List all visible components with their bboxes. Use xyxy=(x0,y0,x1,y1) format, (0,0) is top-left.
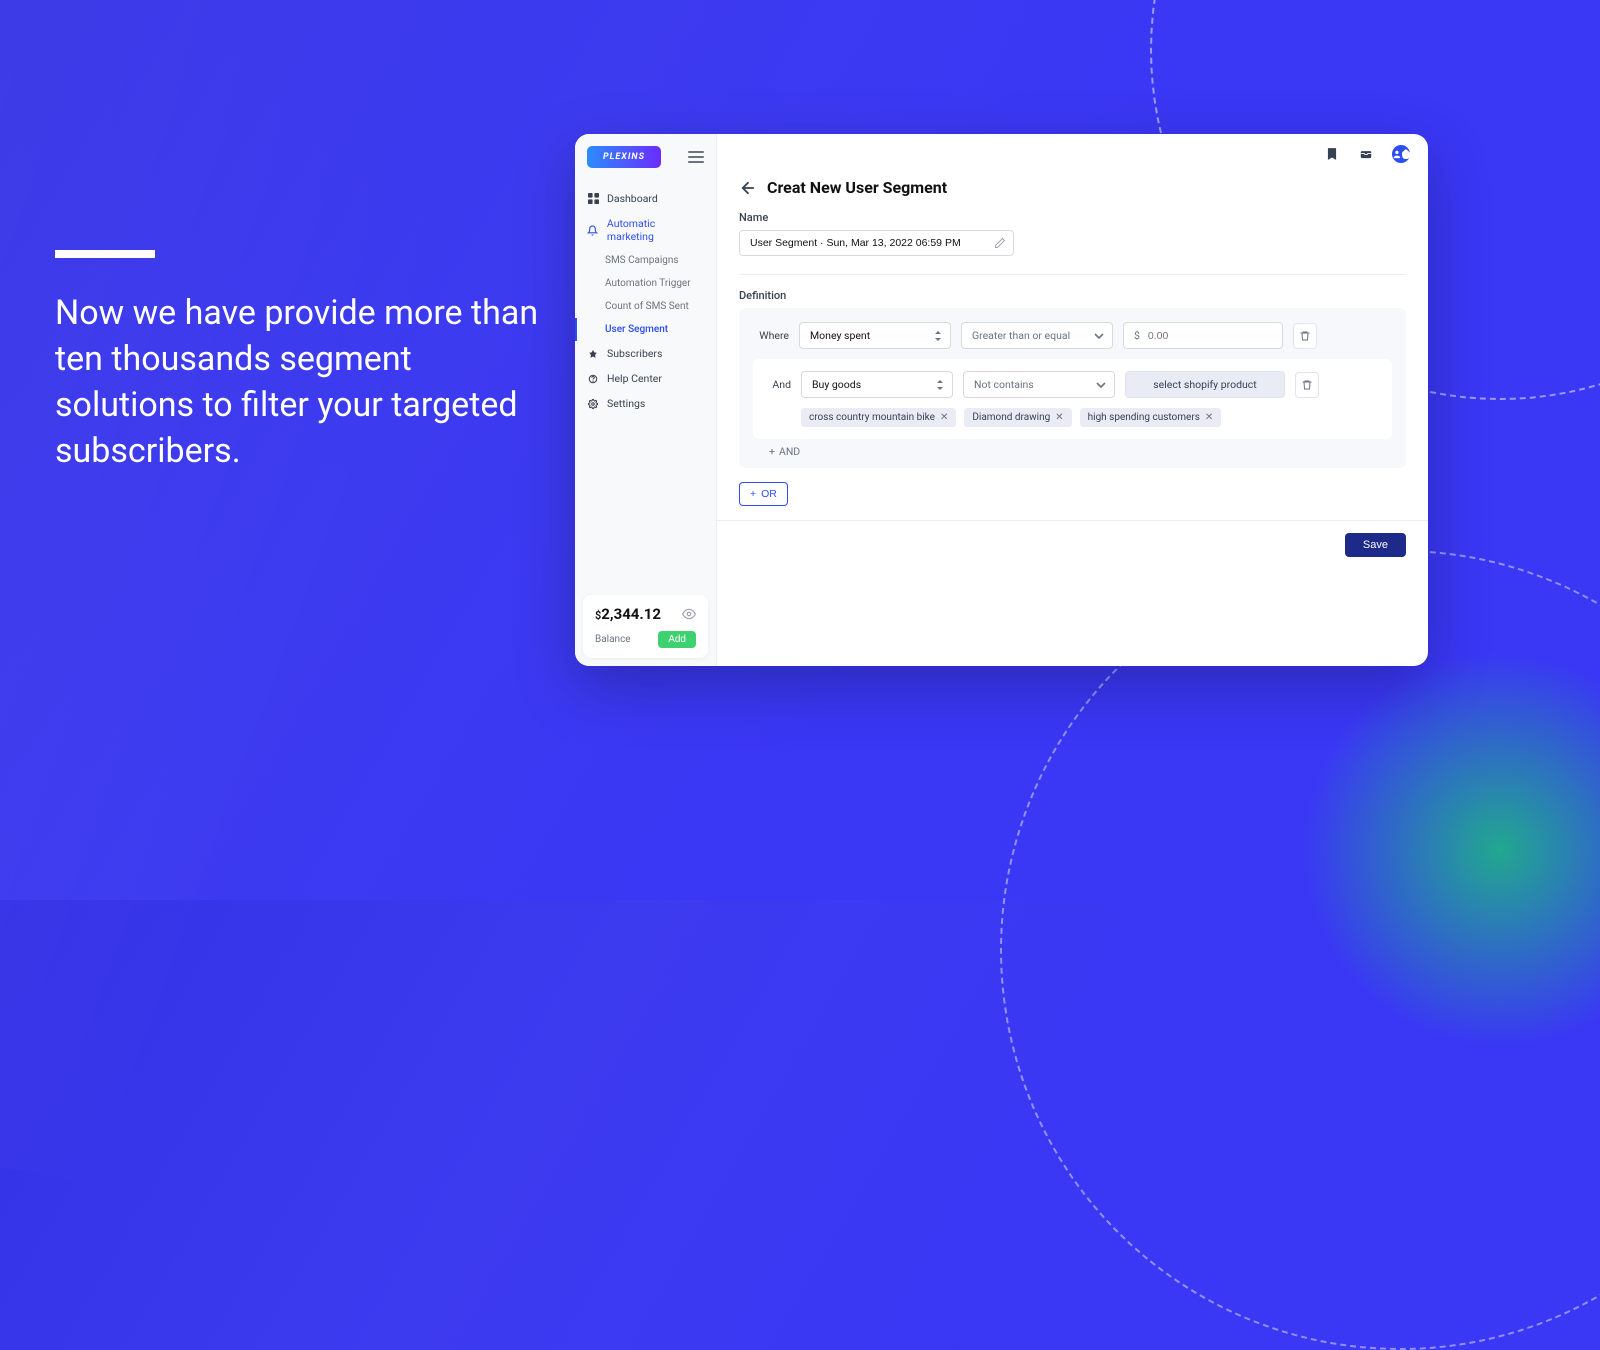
currency-symbol: $ xyxy=(1134,329,1140,342)
eye-icon[interactable] xyxy=(682,607,696,621)
add-balance-button[interactable]: Add xyxy=(658,631,696,648)
nested-rule: And Buy goods Not contains xyxy=(753,359,1392,439)
page-title: Creat New User Segment xyxy=(767,178,947,197)
sidebar-item-label: Automation Trigger xyxy=(605,278,691,289)
add-and-button[interactable]: + AND xyxy=(753,439,1392,458)
field-value: Money spent xyxy=(810,329,870,342)
sidebar-item-label: Help Center xyxy=(607,372,662,385)
where-label: Where xyxy=(753,329,789,342)
delete-rule-button-2[interactable] xyxy=(1295,372,1319,398)
operator-select-2[interactable]: Not contains xyxy=(963,371,1115,398)
nav: Dashboard Automatic marketing SMS Campai… xyxy=(575,176,716,587)
edit-icon[interactable] xyxy=(994,237,1006,249)
sort-icon xyxy=(934,331,942,341)
footer: Save xyxy=(717,520,1428,569)
tag-label: Diamond drawing xyxy=(972,412,1050,423)
sidebar-item-subscribers[interactable]: Subscribers xyxy=(575,341,716,366)
field-select-2[interactable]: Buy goods xyxy=(801,371,953,398)
marketing-copy: Now we have provide more than ten thousa… xyxy=(55,250,555,474)
remove-tag-icon[interactable]: ✕ xyxy=(1055,412,1063,423)
tag: cross country mountain bike ✕ xyxy=(801,408,956,427)
remove-tag-icon[interactable]: ✕ xyxy=(1205,412,1213,423)
tag-label: high spending customers xyxy=(1088,412,1200,423)
app-window: PLEXINS Dashboard Automatic marketing SM… xyxy=(575,134,1428,666)
balance-card: $2,344.12 Balance Add xyxy=(583,595,708,658)
balance-value: 2,344.12 xyxy=(601,605,661,623)
field-value-2: Buy goods xyxy=(812,378,861,391)
and-label: And xyxy=(765,378,791,391)
sidebar-item-label: Count of SMS Sent xyxy=(605,301,689,312)
logo[interactable]: PLEXINS xyxy=(587,146,661,168)
or-label: OR xyxy=(761,488,777,500)
operator-select[interactable]: Greater than or equal xyxy=(961,322,1113,349)
name-label: Name xyxy=(739,211,1406,224)
chevron-down-icon xyxy=(1096,382,1106,388)
add-and-label: AND xyxy=(779,445,800,458)
sidebar-item-label: Automatic marketing xyxy=(607,217,704,243)
sidebar-item-label: Settings xyxy=(607,397,645,410)
pin-icon xyxy=(587,348,599,360)
marketing-text: Now we have provide more than ten thousa… xyxy=(55,290,555,474)
sidebar-item-label: SMS Campaigns xyxy=(605,255,679,266)
save-button[interactable]: Save xyxy=(1345,533,1406,557)
sidebar-item-label: User Segment xyxy=(605,324,668,335)
tag: Diamond drawing ✕ xyxy=(964,408,1071,427)
money-input-wrap: $ xyxy=(1123,322,1283,349)
select-product-button[interactable]: select shopify product xyxy=(1125,371,1285,398)
grid-icon xyxy=(587,193,599,205)
delete-rule-button[interactable] xyxy=(1293,323,1317,349)
chevron-down-icon xyxy=(1094,333,1104,339)
plus-icon: + xyxy=(750,488,756,500)
main-content: Creat New User Segment Name Definition W… xyxy=(717,134,1428,666)
sidebar: PLEXINS Dashboard Automatic marketing SM… xyxy=(575,134,717,666)
sidebar-item-user-segment[interactable]: User Segment xyxy=(575,318,716,341)
inbox-icon[interactable] xyxy=(1358,146,1374,162)
segment-name-input[interactable] xyxy=(739,230,1014,256)
amount-input[interactable] xyxy=(1148,330,1272,342)
rule-row-and: And Buy goods Not contains xyxy=(765,371,1380,398)
balance-amount: $2,344.12 xyxy=(595,605,661,623)
tags-row: cross country mountain bike ✕ Diamond dra… xyxy=(765,408,1380,427)
bookmark-icon[interactable] xyxy=(1324,146,1340,162)
tag: high spending customers ✕ xyxy=(1080,408,1222,427)
add-or-button[interactable]: + OR xyxy=(739,482,788,506)
operator-value: Greater than or equal xyxy=(972,329,1070,342)
accent-bar xyxy=(55,250,155,258)
sidebar-item-settings[interactable]: Settings xyxy=(575,391,716,416)
menu-toggle-icon[interactable] xyxy=(688,151,704,163)
sidebar-item-dashboard[interactable]: Dashboard xyxy=(575,186,716,211)
plus-icon: + xyxy=(769,445,775,458)
sidebar-item-count-sms[interactable]: Count of SMS Sent xyxy=(575,295,716,318)
rule-row-where: Where Money spent Greater than or equal xyxy=(753,322,1392,349)
operator-value-2: Not contains xyxy=(974,378,1034,391)
definition-box: Where Money spent Greater than or equal xyxy=(739,308,1406,468)
sidebar-item-automatic-marketing[interactable]: Automatic marketing xyxy=(575,211,716,249)
bell-icon xyxy=(587,224,599,236)
field-select[interactable]: Money spent xyxy=(799,322,951,349)
divider xyxy=(739,274,1406,275)
topbar xyxy=(717,134,1428,174)
sidebar-item-label: Dashboard xyxy=(607,192,658,205)
definition-label: Definition xyxy=(739,289,1406,302)
sidebar-item-help-center[interactable]: Help Center xyxy=(575,366,716,391)
tag-label: cross country mountain bike xyxy=(809,412,935,423)
sort-icon xyxy=(936,380,944,390)
sidebar-item-sms-campaigns[interactable]: SMS Campaigns xyxy=(575,249,716,272)
sidebar-item-automation-trigger[interactable]: Automation Trigger xyxy=(575,272,716,295)
help-icon xyxy=(587,373,599,385)
back-arrow-icon[interactable] xyxy=(739,179,757,197)
remove-tag-icon[interactable]: ✕ xyxy=(940,412,948,423)
gear-icon xyxy=(587,398,599,410)
sidebar-item-label: Subscribers xyxy=(607,347,662,360)
balance-label: Balance xyxy=(595,634,631,645)
avatar-icon[interactable] xyxy=(1392,145,1410,163)
